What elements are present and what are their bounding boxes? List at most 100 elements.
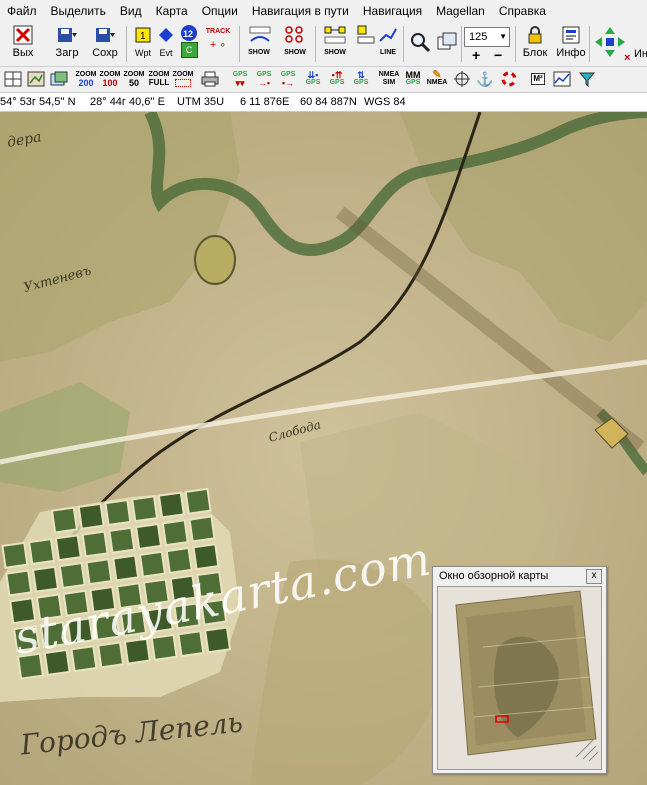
- track-label: TRACK: [205, 27, 231, 35]
- separator: [126, 26, 127, 62]
- gps-download-button[interactable]: ⇊▪ GPS: [302, 68, 324, 90]
- zoom-select-button[interactable]: ZOOM: [172, 68, 194, 90]
- utm-zone: UTM 35U: [177, 96, 225, 108]
- nmea-bot: SIM: [382, 79, 396, 86]
- window-tool-button[interactable]: [434, 24, 460, 64]
- menu-map[interactable]: Карта: [149, 0, 195, 22]
- overview-map[interactable]: [437, 586, 602, 770]
- show-waypoints-button[interactable]: SHOW: [280, 24, 310, 64]
- gps-send-icon: →▪: [257, 78, 271, 88]
- menu-select[interactable]: Выделить: [44, 0, 113, 22]
- town-block: [157, 491, 185, 519]
- pan-button[interactable]: [592, 24, 628, 64]
- gps-button-1[interactable]: GPS ▾▾: [229, 68, 251, 90]
- map-layers-icon[interactable]: [48, 68, 70, 90]
- block-button[interactable]: Блок: [520, 24, 550, 64]
- menu-route-navigation[interactable]: Навигация в пути: [245, 0, 356, 22]
- gps-button-3[interactable]: GPS ▪→: [277, 68, 299, 90]
- close-icon[interactable]: ×: [624, 52, 630, 64]
- gps-button-2[interactable]: GPS →▪: [253, 68, 275, 90]
- town-block: [1, 541, 29, 569]
- anchor-icon: ⚓: [476, 71, 494, 87]
- nmea-log-button[interactable]: ✎ NMEA: [426, 68, 448, 90]
- track-show-icon: [247, 24, 271, 46]
- menu-magellan[interactable]: Magellan: [429, 0, 492, 22]
- area-button[interactable]: M²: [527, 68, 549, 90]
- overview-map-image: [455, 590, 599, 762]
- zoomsel-top: ZOOM: [172, 71, 194, 78]
- lifebuoy-button[interactable]: [498, 68, 520, 90]
- datum: WGS 84: [364, 96, 406, 108]
- save-icon: [93, 24, 117, 46]
- town-block: [77, 502, 105, 530]
- zoomfull-bot: FULL: [148, 78, 170, 87]
- coordinate-statusbar: 54° 53г 54,5'' N 28° 44г 40,6'' E UTM 35…: [0, 93, 647, 112]
- nmea-sim-button[interactable]: NMEA SIM: [378, 68, 400, 90]
- map-canvas[interactable]: дера Ухтеневъ Слобода Городъ Лепель star…: [0, 112, 647, 785]
- town-block: [58, 561, 86, 590]
- town-block: [165, 546, 193, 575]
- overview-title: Окно обзорной карты: [439, 570, 549, 582]
- show-route-button[interactable]: SHOW: [320, 24, 350, 64]
- gps-label: GPS: [305, 79, 321, 86]
- anchor-button[interactable]: ⚓: [474, 68, 496, 90]
- svg-text:1: 1: [140, 31, 146, 42]
- town-block: [85, 558, 113, 586]
- info-button[interactable]: Инфо: [556, 24, 586, 64]
- exit-label: Вых: [12, 47, 34, 59]
- scale-select[interactable]: 125 ▼: [464, 27, 510, 47]
- save-button[interactable]: Сохр: [90, 24, 120, 64]
- menu-navigation[interactable]: Навигация: [356, 0, 429, 22]
- show-track-button[interactable]: SHOW: [244, 24, 274, 64]
- line-icon: [376, 24, 400, 46]
- town-block: [134, 522, 163, 551]
- town-block: [108, 526, 136, 554]
- overview-close-button[interactable]: x: [586, 569, 602, 584]
- zoom-full-button[interactable]: ZOOM FULL: [148, 68, 170, 90]
- line-button[interactable]: LINE: [376, 24, 400, 64]
- track-button[interactable]: TRACK + ∘: [203, 24, 233, 64]
- grid-icon[interactable]: [2, 68, 24, 90]
- overview-window[interactable]: Окно обзорной карты x: [432, 566, 607, 774]
- wpt-label: Wpt: [134, 48, 151, 58]
- town-block: [131, 495, 159, 523]
- dotted-rect-icon: [175, 79, 191, 87]
- mm-gps-button[interactable]: MM GPS: [402, 68, 424, 90]
- menu-options[interactable]: Опции: [195, 0, 245, 22]
- printer-icon[interactable]: [199, 68, 221, 90]
- gps-sync-button[interactable]: ⇅ GPS: [350, 68, 372, 90]
- town-block: [161, 519, 189, 547]
- filter-button[interactable]: [576, 68, 598, 90]
- download-arrows-icon: ⇊▪: [307, 70, 319, 80]
- zoom-100-button[interactable]: ZOOM 100: [99, 68, 121, 90]
- event-button[interactable]: Evt: [155, 24, 177, 64]
- route-edit-button[interactable]: [354, 24, 378, 64]
- block-label: Блок: [522, 47, 548, 59]
- show-label: SHOW: [248, 49, 270, 56]
- zoom-50-button[interactable]: ZOOM 50: [123, 68, 145, 90]
- m2-label: M²: [531, 73, 545, 85]
- zoom-out-icon[interactable]: −: [494, 48, 502, 62]
- route-c-icon: C: [180, 42, 198, 58]
- profile-button[interactable]: [551, 68, 573, 90]
- exit-button[interactable]: Вых: [8, 24, 38, 64]
- menu-help[interactable]: Справка: [492, 0, 553, 22]
- zoom-tool-button[interactable]: [407, 24, 433, 64]
- scale-value: 125: [469, 31, 488, 43]
- crosshair-button[interactable]: [451, 68, 473, 90]
- load-button[interactable]: Загр: [52, 24, 82, 64]
- menu-file[interactable]: Файл: [0, 0, 44, 22]
- map-props-icon[interactable]: [25, 68, 47, 90]
- menu-view[interactable]: Вид: [113, 0, 149, 22]
- nmea2-label: NMEA: [426, 79, 448, 86]
- waypoint-button[interactable]: 1 Wpt: [131, 24, 155, 64]
- town-block: [188, 515, 216, 543]
- zoom-in-icon[interactable]: +: [472, 48, 480, 62]
- cut-label[interactable]: Ин: [634, 48, 647, 60]
- route-button[interactable]: 12 C: [178, 24, 200, 64]
- lifebuoy-icon: [501, 71, 517, 87]
- gps-route-icon: ▪→: [281, 78, 295, 88]
- load-label: Загр: [55, 47, 79, 59]
- gps-upload-button[interactable]: ▪⇈ GPS: [326, 68, 348, 90]
- zoom-200-button[interactable]: ZOOM 200: [75, 68, 97, 90]
